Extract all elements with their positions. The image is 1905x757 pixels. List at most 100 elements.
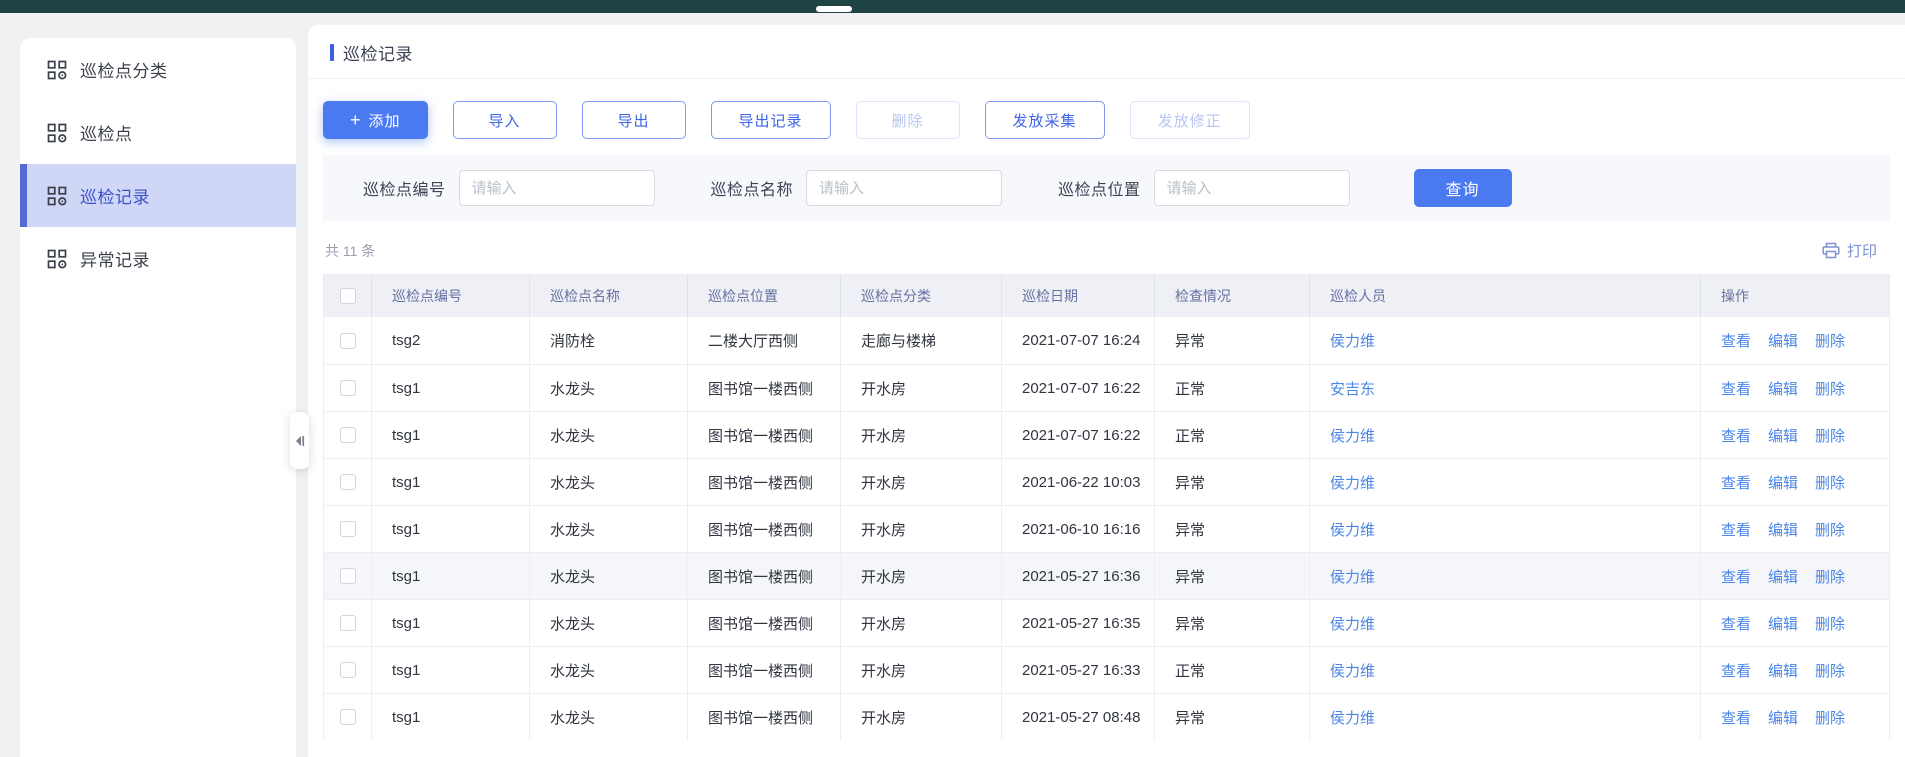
row-checkbox[interactable] — [340, 615, 356, 631]
point-name-filter-input[interactable] — [806, 170, 1002, 206]
view-link[interactable]: 查看 — [1721, 330, 1751, 351]
point-location-filter-input[interactable] — [1154, 170, 1350, 206]
view-link[interactable]: 查看 — [1721, 613, 1751, 634]
record-count: 共 11 条 — [325, 241, 375, 261]
sidebar-collapse-handle[interactable] — [290, 412, 309, 469]
cell-status: 异常 — [1155, 506, 1310, 552]
row-checkbox[interactable] — [340, 380, 356, 396]
cell-inspector: 侯力维 — [1310, 600, 1701, 646]
sidebar-item-point[interactable]: 巡检点 — [20, 101, 296, 164]
edit-link[interactable]: 编辑 — [1768, 613, 1798, 634]
filter-label: 巡检点名称 — [711, 176, 794, 200]
delete-link[interactable]: 删除 — [1815, 707, 1845, 728]
window-drag-handle[interactable] — [816, 6, 852, 12]
cell-category: 开水房 — [841, 365, 1002, 411]
edit-link[interactable]: 编辑 — [1768, 566, 1798, 587]
point-code-filter-input[interactable] — [459, 170, 655, 206]
row-checkbox[interactable] — [340, 333, 356, 349]
edit-link[interactable]: 编辑 — [1768, 378, 1798, 399]
import-button[interactable]: 导入 — [453, 101, 557, 139]
records-table: 巡检点编号巡检点名称巡检点位置巡检点分类巡检日期检查情况巡检人员操作 tsg2消… — [323, 274, 1890, 740]
cell-date: 2021-05-27 16:35 — [1002, 600, 1155, 646]
inspector-link[interactable]: 侯力维 — [1330, 660, 1375, 681]
row-select-cell — [324, 600, 372, 646]
view-link[interactable]: 查看 — [1721, 566, 1751, 587]
add-button[interactable]: +添加 — [323, 101, 428, 139]
inspector-link[interactable]: 侯力维 — [1330, 330, 1375, 351]
view-link[interactable]: 查看 — [1721, 660, 1751, 681]
view-link[interactable]: 查看 — [1721, 519, 1751, 540]
sidebar: 巡检点分类 巡检点 巡检记录 异常记录 — [20, 38, 296, 757]
cell-location: 图书馆一楼西侧 — [688, 553, 841, 599]
cell-actions: 查看编辑删除 — [1701, 694, 1889, 740]
table-row: tsg1水龙头图书馆一楼西侧开水房2021-07-07 16:22正常安吉东查看… — [324, 364, 1889, 411]
cell-actions: 查看编辑删除 — [1701, 506, 1889, 552]
inspector-link[interactable]: 安吉东 — [1330, 378, 1375, 399]
inspector-link[interactable]: 侯力维 — [1330, 425, 1375, 446]
delete-link[interactable]: 删除 — [1815, 378, 1845, 399]
edit-link[interactable]: 编辑 — [1768, 330, 1798, 351]
row-checkbox[interactable] — [340, 709, 356, 725]
row-select-cell — [324, 459, 372, 505]
delete-link[interactable]: 删除 — [1815, 566, 1845, 587]
edit-link[interactable]: 编辑 — [1768, 472, 1798, 493]
delete-link[interactable]: 删除 — [1815, 519, 1845, 540]
edit-link[interactable]: 编辑 — [1768, 660, 1798, 681]
table-row: tsg1水龙头图书馆一楼西侧开水房2021-05-27 16:36异常侯力维查看… — [324, 552, 1889, 599]
delete-link[interactable]: 删除 — [1815, 660, 1845, 681]
cell-actions: 查看编辑删除 — [1701, 647, 1889, 693]
view-link[interactable]: 查看 — [1721, 378, 1751, 399]
delete-link[interactable]: 删除 — [1815, 425, 1845, 446]
view-link[interactable]: 查看 — [1721, 707, 1751, 728]
cell-inspector: 侯力维 — [1310, 694, 1701, 740]
delete-link[interactable]: 删除 — [1815, 472, 1845, 493]
delete-link[interactable]: 删除 — [1815, 613, 1845, 634]
filter-bar: 巡检点编号巡检点名称巡检点位置查询 — [323, 155, 1890, 221]
filter-label: 巡检点编号 — [363, 176, 446, 200]
sidebar-item-point-category[interactable]: 巡检点分类 — [20, 38, 296, 101]
inspector-link[interactable]: 侯力维 — [1330, 707, 1375, 728]
cell-location: 图书馆一楼西侧 — [688, 459, 841, 505]
edit-link[interactable]: 编辑 — [1768, 519, 1798, 540]
export-records-button[interactable]: 导出记录 — [711, 101, 831, 139]
export-button[interactable]: 导出 — [582, 101, 686, 139]
edit-link[interactable]: 编辑 — [1768, 707, 1798, 728]
cell-status: 异常 — [1155, 317, 1310, 364]
cell-actions: 查看编辑删除 — [1701, 459, 1889, 505]
category-grid-icon — [47, 60, 67, 80]
point-name-filter-group: 巡检点名称 — [711, 170, 1003, 206]
cell-date: 2021-05-27 08:48 — [1002, 694, 1155, 740]
table-row: tsg1水龙头图书馆一楼西侧开水房2021-06-22 10:03异常侯力维查看… — [324, 458, 1889, 505]
cell-code: tsg1 — [372, 365, 530, 411]
title-accent-bar — [330, 44, 334, 61]
row-checkbox[interactable] — [340, 662, 356, 678]
column-header: 巡检点位置 — [688, 275, 841, 317]
cell-category: 开水房 — [841, 600, 1002, 646]
search-button[interactable]: 查询 — [1414, 169, 1512, 207]
row-checkbox[interactable] — [340, 474, 356, 490]
row-select-cell — [324, 317, 372, 364]
cell-name: 水龙头 — [530, 365, 688, 411]
cell-name: 水龙头 — [530, 459, 688, 505]
row-checkbox[interactable] — [340, 568, 356, 584]
view-link[interactable]: 查看 — [1721, 472, 1751, 493]
issue-collect-button[interactable]: 发放采集 — [985, 101, 1105, 139]
select-all-cell — [324, 275, 372, 317]
print-button[interactable]: 打印 — [1822, 240, 1877, 261]
row-checkbox[interactable] — [340, 427, 356, 443]
inspector-link[interactable]: 侯力维 — [1330, 472, 1375, 493]
table-header-row: 巡检点编号巡检点名称巡检点位置巡检点分类巡检日期检查情况巡检人员操作 — [324, 275, 1889, 317]
row-checkbox[interactable] — [340, 521, 356, 537]
view-link[interactable]: 查看 — [1721, 425, 1751, 446]
delete-link[interactable]: 删除 — [1815, 330, 1845, 351]
inspector-link[interactable]: 侯力维 — [1330, 519, 1375, 540]
cell-inspector: 侯力维 — [1310, 412, 1701, 458]
inspector-link[interactable]: 侯力维 — [1330, 613, 1375, 634]
point-code-filter-group: 巡检点编号 — [363, 170, 655, 206]
inspector-link[interactable]: 侯力维 — [1330, 566, 1375, 587]
sidebar-item-abnormal-records[interactable]: 异常记录 — [20, 227, 296, 290]
edit-link[interactable]: 编辑 — [1768, 425, 1798, 446]
cell-location: 图书馆一楼西侧 — [688, 647, 841, 693]
select-all-checkbox[interactable] — [340, 288, 356, 304]
sidebar-item-inspection-records[interactable]: 巡检记录 — [20, 164, 296, 227]
